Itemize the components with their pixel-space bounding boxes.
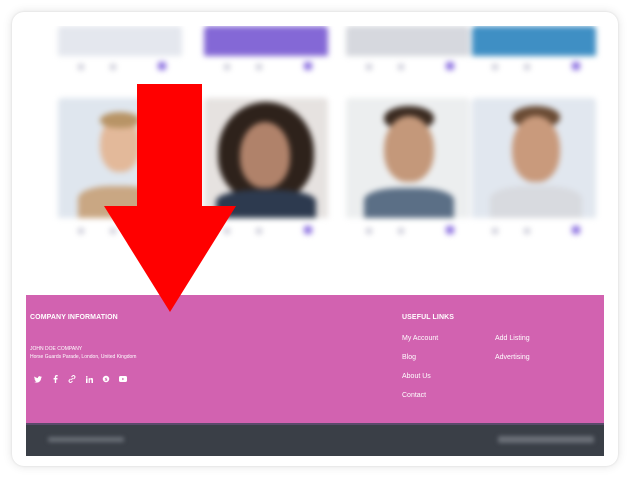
listing-card[interactable] [472, 26, 596, 78]
company-address: Horse Guards Parade, London, United King… [30, 354, 137, 360]
youtube-icon[interactable] [119, 375, 127, 383]
contact-link[interactable]: Contact [402, 392, 426, 399]
listing-card[interactable] [58, 98, 182, 248]
company-info-heading: COMPANY INFORMATION [30, 314, 118, 321]
listing-card[interactable] [204, 98, 328, 248]
blog-link[interactable]: Blog [402, 354, 416, 361]
listing-card[interactable] [346, 26, 470, 78]
company-name: JOHN DOE COMPANY [30, 346, 83, 352]
useful-links-heading: USEFUL LINKS [402, 314, 455, 321]
link-icon[interactable] [68, 375, 76, 383]
listing-card[interactable] [346, 98, 470, 248]
web-page: COMPANY INFORMATION JOHN DOE COMPANY Hor… [26, 26, 604, 456]
about-us-link[interactable]: About Us [402, 373, 431, 380]
footer-bottom-bar [26, 423, 604, 456]
listing-grid [26, 26, 604, 294]
linkedin-icon[interactable] [85, 375, 93, 383]
skype-icon[interactable] [102, 375, 110, 383]
site-footer: COMPANY INFORMATION JOHN DOE COMPANY Hor… [26, 295, 604, 423]
my-account-link[interactable]: My Account [402, 335, 438, 342]
facebook-icon[interactable] [51, 375, 59, 383]
payment-icons-blurred [498, 436, 594, 443]
listing-card[interactable] [472, 98, 596, 248]
copyright-text-blurred [48, 437, 124, 442]
listing-card[interactable] [204, 26, 328, 78]
screenshot-frame: COMPANY INFORMATION JOHN DOE COMPANY Hor… [12, 12, 618, 466]
advertising-link[interactable]: Advertising [495, 354, 530, 361]
add-listing-link[interactable]: Add Listing [495, 335, 530, 342]
social-links [34, 375, 127, 383]
twitter-icon[interactable] [34, 375, 42, 383]
listing-card[interactable] [58, 26, 182, 78]
